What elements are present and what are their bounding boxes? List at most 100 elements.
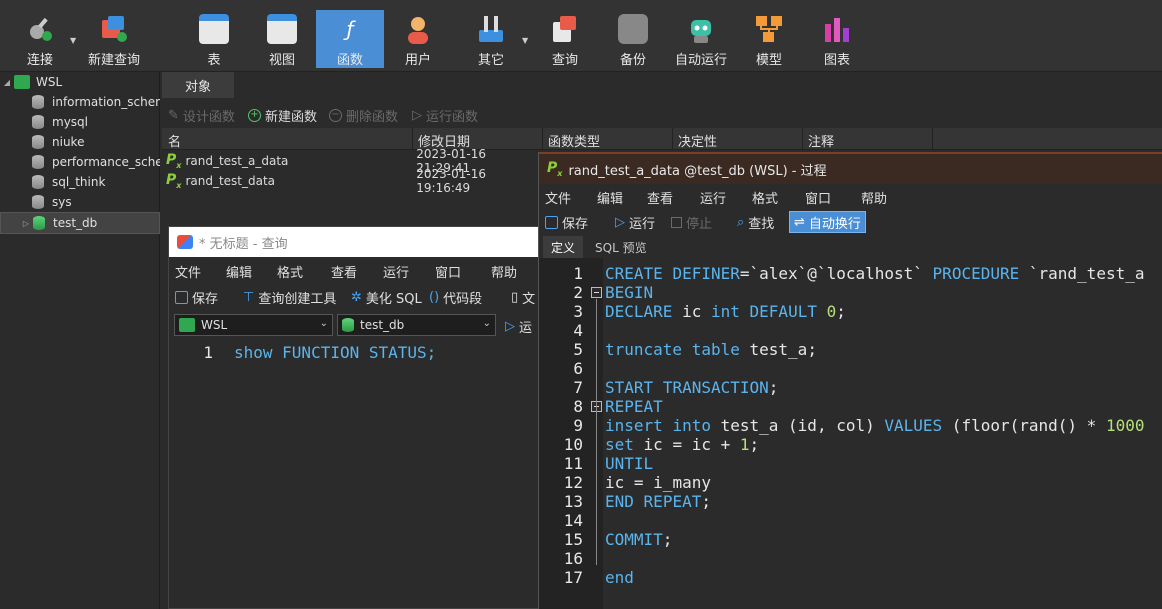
run-function-button[interactable]: ▷ 运行函数 xyxy=(412,106,478,125)
query-editor[interactable]: 1 show FUNCTION STATUS; xyxy=(169,339,539,608)
tree-database[interactable]: mysql xyxy=(0,112,160,132)
chevron-down-icon: ⌄ xyxy=(319,318,328,329)
database-select[interactable]: test_db ⌄ xyxy=(337,314,496,336)
code-line: COMMIT; xyxy=(605,530,673,549)
menu-edit[interactable]: 编辑 xyxy=(597,188,623,207)
menu-file[interactable]: 文件 xyxy=(545,188,571,207)
procedure-icon: Px xyxy=(166,152,182,170)
database-icon xyxy=(342,318,354,332)
delete-function-button[interactable]: − 删除函数 xyxy=(329,106,398,125)
other-dropdown-icon[interactable]: ▼ xyxy=(522,36,528,45)
line-number: 11 xyxy=(563,454,583,473)
automation-button[interactable]: 自动运行 xyxy=(672,10,730,68)
save-button[interactable]: 保存 xyxy=(175,288,218,307)
line-number: 14 xyxy=(563,511,583,530)
table-button[interactable]: 表 xyxy=(186,10,242,68)
column-type[interactable]: 函数类型 xyxy=(548,131,600,150)
user-button[interactable]: 用户 xyxy=(390,10,446,68)
procedure-toolbar: 保存 ▷ 运行 停止 ⌕ 查找 ⇌ 自动换行 xyxy=(539,208,1162,236)
menu-help[interactable]: 帮助 xyxy=(861,188,887,207)
column-comment[interactable]: 注释 xyxy=(808,131,834,150)
table-row[interactable]: Px rand_test_data 2023-01-16 19:16:49 xyxy=(162,167,542,195)
tree-database[interactable]: sys xyxy=(0,192,160,212)
code-line: show FUNCTION STATUS; xyxy=(234,343,437,362)
column-name[interactable]: 名 xyxy=(168,131,181,150)
code-line: insert into test_a (id, col) VALUES (flo… xyxy=(605,416,1145,435)
save-icon xyxy=(175,291,188,304)
column-divider xyxy=(672,128,673,150)
line-number: 2 xyxy=(573,283,583,302)
menu-run[interactable]: 运行 xyxy=(383,262,409,281)
code-line: UNTIL xyxy=(605,454,654,473)
backup-icon xyxy=(618,14,648,44)
procedure-editor[interactable]: 1 2 3 4 5 6 7 8 9 10 11 12 13 14 15 16 17 CREATE DEFINER… xyxy=(539,258,1162,609)
other-button[interactable]: 其它 xyxy=(463,10,519,68)
query-icon xyxy=(550,14,580,44)
tree-database[interactable]: sql_think xyxy=(0,172,160,192)
menu-view[interactable]: 查看 xyxy=(331,262,357,281)
function-button[interactable]: ƒ 函数 xyxy=(316,10,384,68)
procedure-icon: Px xyxy=(166,172,182,190)
column-deterministic[interactable]: 决定性 xyxy=(678,131,717,150)
code-line: CREATE DEFINER=`alex`@`localhost` PROCED… xyxy=(605,264,1145,283)
collapse-arrow-icon[interactable]: ◢ xyxy=(0,78,14,87)
query-window: * 无标题 - 查询 文件 编辑 格式 查看 运行 窗口 帮助 保存 ⊤ 查询创建… xyxy=(168,226,540,609)
stop-button[interactable]: 停止 xyxy=(671,213,712,232)
query-builder-button[interactable]: ⊤ 查询创建工具 xyxy=(243,288,336,307)
new-query-button[interactable]: 新建查询 xyxy=(86,10,142,68)
find-button[interactable]: ⌕ 查找 xyxy=(737,213,774,232)
column-divider xyxy=(542,128,543,150)
connect-button[interactable]: 连接 xyxy=(20,10,60,68)
expand-arrow-icon[interactable]: ▷ xyxy=(19,219,33,228)
save-button[interactable]: 保存 xyxy=(545,213,588,232)
tree-connection[interactable]: ◢ WSL xyxy=(0,72,160,92)
tree-database[interactable]: performance_schema xyxy=(0,152,160,172)
connect-dropdown-icon[interactable]: ▼ xyxy=(70,36,76,45)
chevron-down-icon: ⌄ xyxy=(482,318,491,329)
word-wrap-toggle[interactable]: ⇌ 自动换行 xyxy=(789,211,866,233)
code-snippet-button[interactable]: () 代码段 xyxy=(429,288,482,307)
menu-run[interactable]: 运行 xyxy=(700,188,726,207)
database-icon xyxy=(33,216,45,230)
menu-window[interactable]: 窗口 xyxy=(435,262,461,281)
menu-help[interactable]: 帮助 xyxy=(491,262,517,281)
design-function-button[interactable]: ✎ 设计函数 xyxy=(168,106,235,125)
tree-database[interactable]: information_schema xyxy=(0,92,160,112)
tab-definition[interactable]: 定义 xyxy=(543,236,584,258)
text-button[interactable]: ▯ 文 xyxy=(511,288,535,307)
wrap-icon: ⇌ xyxy=(794,214,805,230)
menu-file[interactable]: 文件 xyxy=(175,262,201,281)
tree-database-selected[interactable]: ▷ test_db xyxy=(0,212,160,234)
menu-view[interactable]: 查看 xyxy=(647,188,673,207)
fold-toggle-icon[interactable] xyxy=(591,287,602,298)
play-icon: ▷ xyxy=(412,108,422,123)
backup-button[interactable]: 备份 xyxy=(605,10,661,68)
magic-wand-icon: ✲ xyxy=(351,290,362,305)
model-icon xyxy=(754,14,784,44)
new-function-button[interactable]: + 新建函数 xyxy=(248,106,317,125)
line-number: 7 xyxy=(573,378,583,397)
line-number: 15 xyxy=(563,530,583,549)
menu-format[interactable]: 格式 xyxy=(752,188,778,207)
menu-format[interactable]: 格式 xyxy=(277,262,303,281)
run-query-button[interactable]: ▷ 运 xyxy=(505,317,532,336)
query-window-titlebar[interactable]: * 无标题 - 查询 xyxy=(169,227,539,257)
menu-window[interactable]: 窗口 xyxy=(805,188,831,207)
view-button[interactable]: 视图 xyxy=(254,10,310,68)
tab-objects[interactable]: 对象 xyxy=(162,72,234,98)
run-button[interactable]: ▷ 运行 xyxy=(615,213,655,232)
beautify-sql-button[interactable]: ✲ 美化 SQL xyxy=(351,288,422,307)
plug-icon xyxy=(25,14,55,44)
procedure-window-titlebar[interactable]: Px rand_test_a_data @test_db (WSL) - 过程 xyxy=(539,152,1162,184)
new-query-icon xyxy=(99,14,129,44)
object-list-header: 名 修改日期 函数类型 决定性 注释 xyxy=(162,128,1162,150)
connection-select[interactable]: WSL ⌄ xyxy=(174,314,333,336)
tree-database[interactable]: niuke xyxy=(0,132,160,152)
tab-sql-preview[interactable]: SQL 预览 xyxy=(587,236,655,258)
model-button[interactable]: 模型 xyxy=(741,10,797,68)
chart-button[interactable]: 图表 xyxy=(809,10,865,68)
query-button[interactable]: 查询 xyxy=(537,10,593,68)
minus-icon: − xyxy=(329,109,342,122)
menu-edit[interactable]: 编辑 xyxy=(226,262,252,281)
function-icon: ƒ xyxy=(346,17,354,41)
